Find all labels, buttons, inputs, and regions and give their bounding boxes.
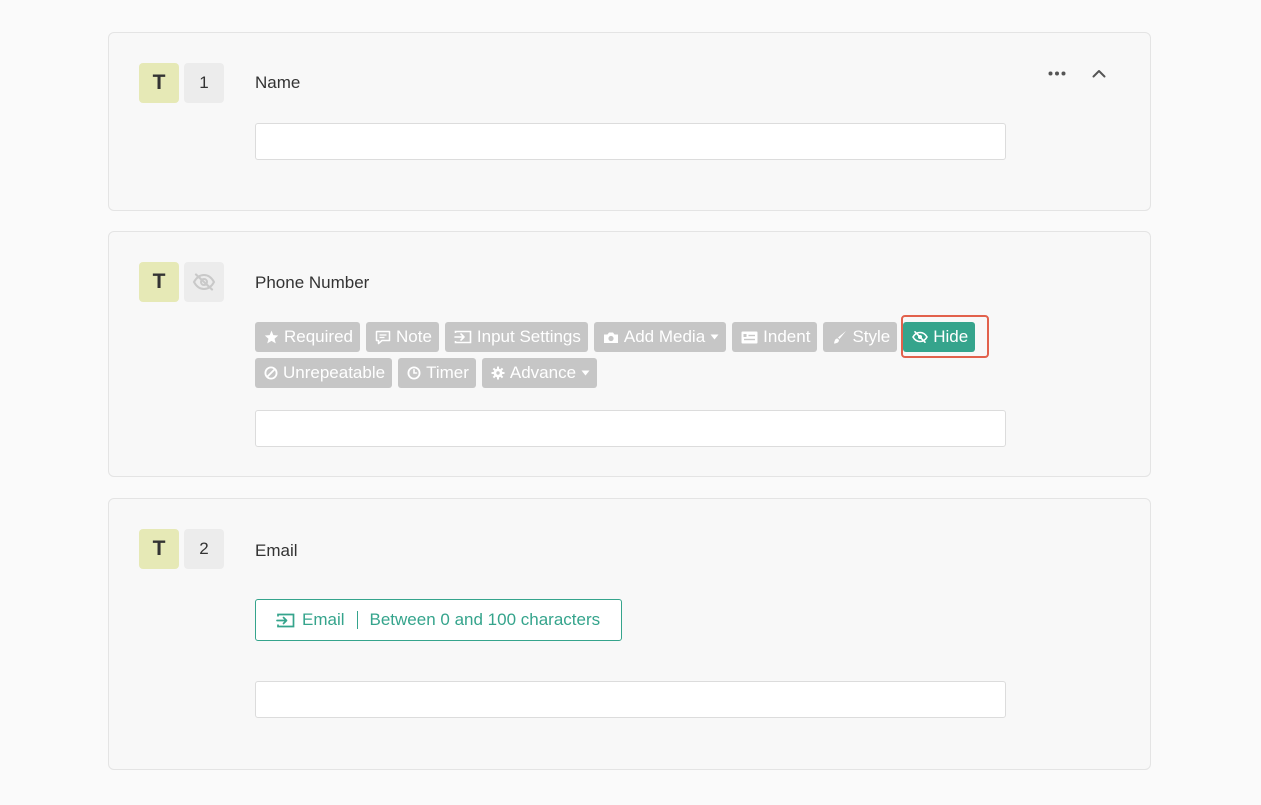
input-arrow-icon xyxy=(276,613,295,628)
validation-type-label: Email xyxy=(302,610,345,629)
chevron-up-icon[interactable] xyxy=(1092,69,1106,78)
ellipsis-horizontal-icon[interactable] xyxy=(1048,71,1066,76)
note-button[interactable]: Note xyxy=(366,322,439,352)
add-media-button[interactable]: Add Media xyxy=(593,322,727,352)
add-media-label: Add Media xyxy=(623,327,706,346)
advance-button[interactable]: Advance xyxy=(481,358,598,388)
unrepeatable-button[interactable]: Unrepeatable xyxy=(255,358,393,388)
text-type-badge: T xyxy=(139,63,179,103)
question-card-phone-number: T Phone Number Required Note Input Setti… xyxy=(108,231,1151,477)
style-label: Style xyxy=(852,327,891,346)
star-icon xyxy=(264,330,279,344)
question-number-badge: 2 xyxy=(184,529,224,569)
text-type-badge: T xyxy=(139,262,179,302)
name-answer-input[interactable] xyxy=(255,123,1006,160)
indent-icon xyxy=(741,331,758,344)
required-button[interactable]: Required xyxy=(255,322,360,352)
indent-button[interactable]: Indent xyxy=(732,322,818,352)
question-toolbar-row-2: Unrepeatable Timer Advance xyxy=(255,358,598,388)
timer-button[interactable]: Timer xyxy=(398,358,476,388)
camera-icon xyxy=(603,331,619,344)
hidden-indicator-badge xyxy=(184,262,224,302)
question-card-email: T 2 Email Email Between 0 and 100 charac… xyxy=(108,498,1151,770)
timer-label: Timer xyxy=(426,363,469,382)
question-toolbar-row-1: Required Note Input Settings Add Media I… xyxy=(255,322,976,352)
hide-button[interactable]: Hide xyxy=(903,322,976,352)
input-settings-label: Input Settings xyxy=(476,327,581,346)
text-type-badge: T xyxy=(139,529,179,569)
question-number-badge: 1 xyxy=(184,63,224,103)
brush-icon xyxy=(832,330,847,345)
ban-icon xyxy=(264,366,278,380)
indent-label: Indent xyxy=(763,327,811,346)
question-card-name: T 1 Name xyxy=(108,32,1151,211)
chip-divider xyxy=(356,611,358,629)
comment-icon xyxy=(375,330,391,345)
input-validation-chip[interactable]: Email Between 0 and 100 characters xyxy=(255,599,622,641)
unrepeatable-label: Unrepeatable xyxy=(283,363,386,382)
input-arrow-icon xyxy=(454,330,472,344)
email-answer-input[interactable] xyxy=(255,681,1006,718)
advance-label: Advance xyxy=(509,363,577,382)
required-label: Required xyxy=(284,327,353,346)
phone-number-answer-input[interactable] xyxy=(255,410,1006,447)
validation-rule-label: Between 0 and 100 characters xyxy=(369,610,601,629)
eye-slash-icon xyxy=(912,331,929,343)
input-settings-button[interactable]: Input Settings xyxy=(444,322,588,352)
gear-icon xyxy=(491,366,505,380)
style-button[interactable]: Style xyxy=(823,322,898,352)
caret-down-icon xyxy=(710,334,719,340)
question-title[interactable]: Email xyxy=(255,541,298,561)
card-actions xyxy=(1048,69,1106,78)
hide-label: Hide xyxy=(933,327,969,346)
caret-down-icon xyxy=(581,370,590,376)
question-title[interactable]: Name xyxy=(255,73,300,93)
question-title[interactable]: Phone Number xyxy=(255,273,369,293)
eye-slash-icon xyxy=(192,273,216,291)
clock-icon xyxy=(407,366,421,380)
note-label: Note xyxy=(396,327,432,346)
